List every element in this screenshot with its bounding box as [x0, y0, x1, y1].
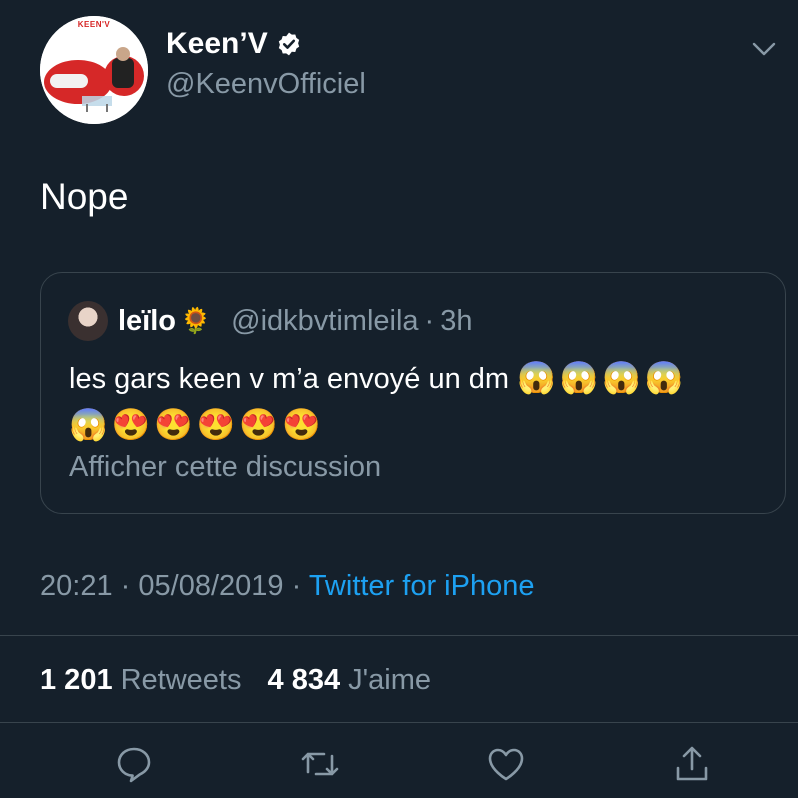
retweet-icon — [301, 752, 339, 776]
quoted-tweet-card[interactable]: leïlo 🌻 @idkbvtimleila · 3h les gars kee… — [40, 272, 786, 514]
quoted-author-name: leïlo — [118, 304, 177, 337]
avatar-logo-text: KEEN'V — [77, 20, 111, 29]
more-options-button[interactable] — [748, 36, 780, 60]
like-button[interactable] — [484, 742, 528, 786]
retweets-count: 1 201 — [40, 664, 113, 696]
author-handle[interactable]: @KeenvOfficiel — [166, 64, 366, 104]
tweet-meta: 20:21 · 05/08/2019 · Twitter for iPhone — [40, 566, 534, 606]
quoted-author-avatar — [68, 301, 108, 341]
tweet-stats: 1 201 Retweets 4 834 J'aime — [40, 660, 449, 700]
likes-count: 4 834 — [267, 664, 341, 696]
sunflower-emoji: 🌻 — [180, 306, 212, 335]
tweet-header: KEEN'V Keen’V @KeenvOfficiel — [40, 16, 780, 124]
quoted-author-handle: @idkbvtimleila — [231, 304, 419, 337]
retweets-stat[interactable]: 1 201 Retweets — [40, 664, 268, 696]
tweet-date: 05/08/2019 — [138, 570, 284, 602]
likes-stat[interactable]: 4 834 J'aime — [268, 664, 449, 696]
tweet-time: 20:21 — [40, 570, 113, 602]
quoted-emojis-line1: 😱😱😱😱 — [517, 360, 688, 395]
tweet-source-link[interactable]: Twitter for iPhone — [309, 570, 535, 602]
reply-icon — [117, 747, 151, 783]
tweet-actions — [0, 742, 798, 792]
show-thread-link[interactable]: Afficher cette discussion — [69, 447, 381, 487]
reply-button[interactable] — [112, 742, 156, 786]
quoted-tweet-header: leïlo 🌻 @idkbvtimleila · 3h — [68, 301, 472, 341]
quoted-timestamp: 3h — [440, 304, 473, 337]
verified-badge-icon — [278, 32, 299, 56]
avatar-illustration — [40, 16, 148, 124]
quoted-tweet-text: les gars keen v m’a envoyé un dm — [69, 363, 510, 395]
like-icon — [488, 748, 524, 781]
share-icon — [676, 746, 708, 781]
tweet-text: Nope — [40, 176, 129, 217]
meta-separator-2: · — [291, 570, 302, 602]
share-button[interactable] — [670, 742, 714, 786]
author-name-block: Keen’V @KeenvOfficiel — [166, 26, 366, 104]
divider-bottom — [0, 722, 798, 723]
retweets-label: Retweets — [120, 664, 242, 696]
quoted-tweet-text-block: les gars keen v m’a envoyé un dm 😱😱😱😱 😱😍… — [69, 355, 759, 449]
quoted-emojis-line2: 😱😍😍😍😍😍 — [69, 407, 325, 442]
retweet-button[interactable] — [298, 742, 342, 786]
meta-separator-1: · — [120, 570, 131, 602]
quoted-separator: · — [424, 304, 435, 337]
author-display-name: Keen’V — [166, 27, 268, 60]
author-display-row[interactable]: Keen’V — [166, 26, 366, 62]
divider-top — [0, 635, 798, 636]
author-avatar[interactable]: KEEN'V — [40, 16, 148, 124]
chevron-down-icon — [752, 42, 776, 56]
likes-label: J'aime — [348, 664, 432, 696]
